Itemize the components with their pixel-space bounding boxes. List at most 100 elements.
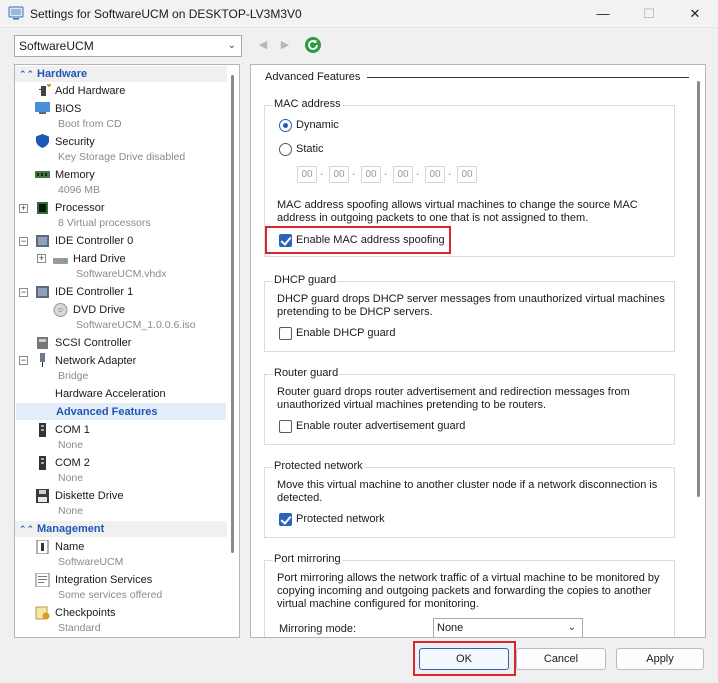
mirroring-mode-dropdown[interactable]: None ⌄ [433, 618, 583, 637]
router-guard-checkbox[interactable] [279, 420, 292, 433]
advanced-features-panel: Advanced Features MAC address Dynamic St… [250, 64, 706, 638]
tree-item-memory[interactable]: Memory [55, 167, 95, 183]
dvd-drive-icon [53, 303, 68, 317]
tree-sub-com-1: None [58, 439, 84, 451]
tree-sub-network-adapter: Bridge [58, 370, 89, 382]
tree-header-hardware[interactable]: ⌃⌃ Hardware [15, 66, 227, 82]
tree-item-ide-controller-0[interactable]: IDE Controller 0 [55, 233, 133, 249]
tree-sub-processor: 8 Virtual processors [58, 217, 151, 229]
tree-item-hard-drive[interactable]: Hard Drive [73, 251, 126, 267]
static-label[interactable]: Static [296, 143, 324, 155]
port-mirroring-title: Port mirroring [273, 553, 342, 565]
title-divider [367, 77, 689, 78]
protected-network-description-1: Move this virtual machine to another clu… [277, 479, 658, 491]
settings-window-icon [8, 6, 24, 20]
mac-octet-field[interactable]: 00 [457, 166, 477, 183]
refresh-icon[interactable] [304, 36, 322, 54]
tree-item-hardware-acceleration[interactable]: Hardware Acceleration [55, 386, 166, 402]
tree-item-integration-services[interactable]: Integration Services [55, 572, 152, 588]
tree-item-network-adapter[interactable]: Network Adapter [55, 353, 136, 369]
dynamic-label[interactable]: Dynamic [296, 119, 339, 131]
tree-sub-bios: Boot from CD [58, 118, 122, 130]
mac-spoofing-highlight [265, 226, 451, 254]
tree-sub-hard-drive: SoftwareUCM.vhdx [76, 268, 167, 280]
tree-sub-name: SoftwareUCM [58, 556, 124, 568]
tree-item-add-hardware[interactable]: Add Hardware [55, 83, 125, 99]
ide-controller-icon [36, 286, 49, 298]
tree-sub-memory: 4096 MB [58, 184, 101, 196]
back-button[interactable]: ◀ [256, 37, 270, 53]
protected-network-checkbox[interactable] [279, 513, 292, 526]
tree-item-name[interactable]: Name [55, 539, 84, 555]
chevron-down-icon: ⌄ [227, 40, 236, 51]
mac-spoofing-description-1: MAC address spoofing allows virtual mach… [277, 199, 638, 211]
hard-drive-icon [53, 258, 68, 264]
ide-controller-icon [36, 235, 49, 247]
mirroring-mode-label: Mirroring mode: [279, 623, 357, 635]
tree-item-advanced-features[interactable]: Advanced Features [56, 404, 157, 420]
ok-button-highlight [413, 641, 516, 676]
router-guard-description-2: unauthorized virtual machines pretending… [277, 399, 547, 411]
panel-scrollbar[interactable] [691, 65, 705, 637]
cancel-button[interactable]: Cancel [516, 648, 606, 670]
tree-item-security[interactable]: Security [55, 134, 95, 150]
dhcp-guard-title: DHCP guard [273, 274, 338, 286]
chevron-down-icon: ⌄ [567, 622, 576, 633]
tree-sub-diskette-drive: None [58, 505, 84, 517]
close-button[interactable]: ✕ [672, 0, 718, 28]
processor-icon [37, 202, 48, 214]
tree-item-processor[interactable]: Processor [55, 200, 105, 216]
diskette-icon [36, 489, 49, 503]
mac-octet-field[interactable]: 00 [329, 166, 349, 183]
tree-header-management[interactable]: ⌃⌃ Management [15, 521, 227, 537]
port-mirroring-description-1: Port mirroring allows the network traffi… [277, 572, 660, 584]
dhcp-guard-description-1: DHCP guard drops DHCP server messages fr… [277, 293, 665, 305]
tree-item-diskette-drive[interactable]: Diskette Drive [55, 488, 123, 504]
tree-item-bios[interactable]: BIOS [55, 101, 81, 117]
dynamic-radio[interactable] [279, 119, 292, 132]
memory-icon [35, 171, 50, 178]
bios-icon [35, 102, 50, 114]
com-port-icon [39, 456, 46, 470]
tree-item-ide-controller-1[interactable]: IDE Controller 1 [55, 284, 133, 300]
com-port-icon [39, 423, 46, 437]
tree-item-scsi-controller[interactable]: SCSI Controller [55, 335, 131, 351]
collapse-icon: ⌃⌃ [19, 524, 35, 534]
protected-network-title: Protected network [273, 460, 364, 472]
collapse-icon[interactable]: − [19, 356, 28, 365]
forward-button[interactable]: ▶ [278, 37, 292, 53]
tree-item-com-2[interactable]: COM 2 [55, 455, 90, 471]
collapse-icon[interactable]: − [19, 237, 28, 246]
collapse-icon[interactable]: − [19, 288, 28, 297]
expand-icon[interactable]: + [19, 204, 28, 213]
mirroring-mode-value: None [437, 622, 464, 634]
expand-icon[interactable]: + [37, 254, 46, 263]
checkpoints-icon [35, 606, 50, 620]
protected-network-label[interactable]: Protected network [296, 513, 385, 525]
maximize-button[interactable]: ☐ [626, 0, 672, 28]
dhcp-guard-description-2: pretending to be DHCP servers. [277, 306, 433, 318]
tree-item-checkpoints[interactable]: Checkpoints [55, 605, 116, 621]
dhcp-guard-checkbox[interactable] [279, 327, 292, 340]
mac-octet-field[interactable]: 00 [425, 166, 445, 183]
integration-services-icon [35, 573, 50, 587]
network-adapter-icon [40, 353, 45, 367]
vm-selector-dropdown[interactable]: SoftwareUCM ⌄ [14, 35, 242, 57]
tree-scrollbar[interactable] [227, 65, 239, 637]
mac-octet-field[interactable]: 00 [297, 166, 317, 183]
minimize-button[interactable]: — [580, 0, 626, 28]
mac-octet-field[interactable]: 00 [361, 166, 381, 183]
router-guard-description-1: Router guard drops router advertisement … [277, 386, 630, 398]
dhcp-guard-label[interactable]: Enable DHCP guard [296, 327, 395, 339]
mac-octet-field[interactable]: 00 [393, 166, 413, 183]
static-radio[interactable] [279, 143, 292, 156]
shield-icon [36, 134, 49, 148]
port-mirroring-description-3: virtual machine configured for monitorin… [277, 598, 479, 610]
router-guard-label[interactable]: Enable router advertisement guard [296, 420, 465, 432]
panel-title: Advanced Features [265, 71, 361, 83]
tree-sub-security: Key Storage Drive disabled [58, 151, 186, 163]
apply-button[interactable]: Apply [616, 648, 704, 670]
tree-sub-checkpoints: Standard [58, 622, 101, 634]
tree-item-com-1[interactable]: COM 1 [55, 422, 90, 438]
tree-item-dvd-drive[interactable]: DVD Drive [73, 302, 125, 318]
